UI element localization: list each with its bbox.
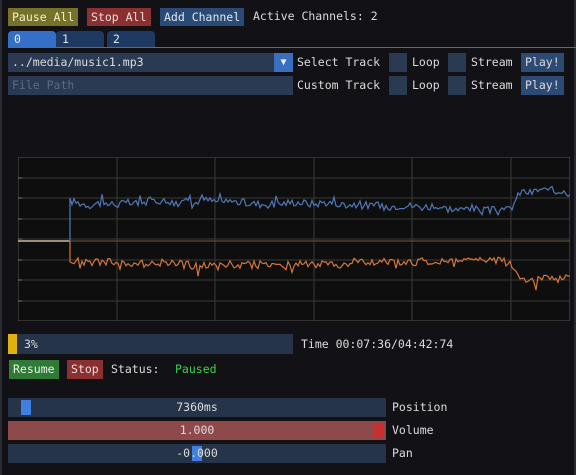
resume-button[interactable]: Resume [9,360,59,379]
status-value: Paused [175,362,217,376]
volume-value: 1.000 [179,423,215,437]
loop-label: Loop [412,55,440,69]
active-channels-text: Active Channels: 2 [253,9,378,23]
position-value: 7360ms [176,400,218,414]
track-select-dropdown[interactable]: ../media/music1.mp3 ▼ [8,53,293,72]
position-slider[interactable]: 7360ms [8,398,386,417]
custom-loop-checkbox[interactable] [389,76,407,95]
track-select-value: ../media/music1.mp3 [12,55,144,69]
status-label: Status: [111,362,160,376]
tab-1[interactable]: 1 [56,31,104,48]
pan-slider[interactable]: -0.000 [8,444,386,463]
stop-button[interactable]: Stop [67,360,103,379]
stream-checkbox[interactable] [448,53,466,72]
loop-checkbox[interactable] [389,53,407,72]
position-label: Position [392,400,448,414]
time-text: Time 00:07:36/04:42:74 [301,337,454,351]
chevron-down-icon[interactable]: ▼ [274,53,293,72]
add-channel-button[interactable]: Add Channel [160,8,244,26]
play-button[interactable]: Play! [521,53,564,72]
tab-underline [8,47,576,48]
custom-play-button[interactable]: Play! [521,76,564,95]
tab-2[interactable]: 2 [107,31,155,48]
progress-fill [8,334,17,354]
tab-0[interactable]: 0 [8,31,56,48]
pause-all-button[interactable]: Pause All [8,8,78,26]
progress-bar: 3% [8,334,293,354]
stream-label: Stream [471,55,513,69]
pan-value: -0.000 [176,446,218,460]
waveform-plot [18,157,570,321]
pan-label: Pan [392,446,413,460]
window-border-left [0,0,2,475]
select-track-label: Select Track [297,55,381,69]
file-path-input[interactable]: File Path [8,76,293,95]
custom-stream-label: Stream [471,78,513,92]
custom-stream-checkbox[interactable] [448,76,466,95]
stop-all-button[interactable]: Stop All [87,8,151,26]
custom-loop-label: Loop [412,78,440,92]
progress-label: 3% [24,337,38,351]
custom-track-label: Custom Track [297,78,381,92]
volume-label: Volume [392,423,434,437]
volume-slider[interactable]: 1.000 [8,421,386,440]
